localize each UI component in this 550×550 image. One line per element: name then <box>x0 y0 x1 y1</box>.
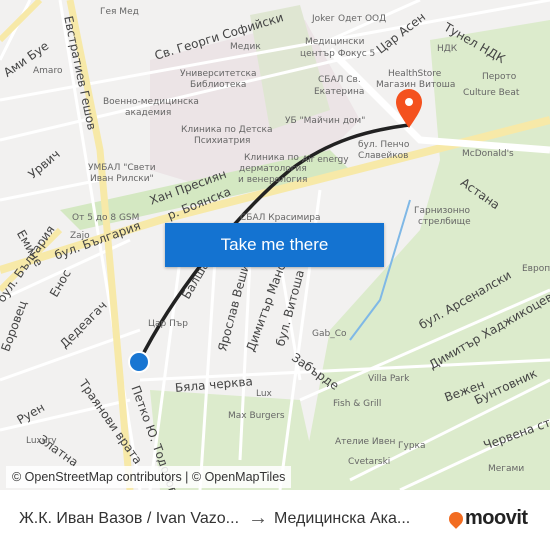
place-label: Библиотека <box>190 80 247 90</box>
place-label: Перото <box>482 72 517 82</box>
place-label: Мегами <box>488 464 525 474</box>
place-label: и венерология <box>238 175 308 185</box>
place-label: Max Burgers <box>228 411 285 421</box>
place-label: Amaro <box>33 66 63 76</box>
take-me-there-button[interactable]: Take me there <box>165 223 384 267</box>
place-label: Европ <box>522 264 550 274</box>
place-label: HealthStore <box>388 69 442 79</box>
place-label: Екатерина <box>314 87 365 97</box>
destination-stop-name: Медицинска Ака... <box>274 510 411 527</box>
place-label: СБАЛ Св. <box>318 75 361 85</box>
place-label: център Фокус 5 <box>300 49 376 59</box>
place-label: бул. Пенчо <box>358 140 410 150</box>
moovit-logo: moovit <box>446 507 528 530</box>
place-label: Air energy <box>302 155 349 165</box>
place-label: Luxury <box>26 436 57 446</box>
map[interactable]: Гея Мед Св. Георги Софийски Joker Одет ООД М… <box>0 0 550 490</box>
place-label: Одет ООД <box>338 14 387 24</box>
place-label: Ателие Ивен <box>335 437 396 447</box>
place-label: Иван Рилски" <box>90 174 154 184</box>
blue-dot-icon[interactable] <box>128 351 150 373</box>
place-label: стрелбище <box>418 217 471 227</box>
map-attribution[interactable]: © OpenStreetMap contributors | © OpenMap… <box>6 466 292 488</box>
place-label: СБАЛ Красимира <box>240 213 321 223</box>
place-label: McDonald's <box>462 149 514 159</box>
place-label: Магазин Витоша <box>376 80 456 90</box>
place-label: Клиника по <box>244 153 299 163</box>
origin-stop-name: Ж.К. Иван Вазов / Ivan Vazo... <box>19 510 240 527</box>
place-label: Славейков <box>358 151 409 161</box>
place-label: УМБАЛ "Свети <box>88 163 156 173</box>
place-label: Психиатрия <box>194 136 251 146</box>
place-label: Медик <box>230 42 261 52</box>
place-label: УБ "Майчин дом" <box>285 116 366 126</box>
moovit-logo-icon <box>446 508 466 529</box>
place-label: НДК <box>437 44 458 54</box>
place-label: Гарнизонно <box>414 206 471 216</box>
place-label: Gab_Co <box>312 329 347 339</box>
footer: Ж.К. Иван Вазов / Ivan Vazo... → Медицин… <box>0 490 550 550</box>
place-label: Fish & Grill <box>333 399 382 409</box>
place-label: Медицински <box>305 37 365 47</box>
place-label: Университетска <box>180 69 257 79</box>
place-label: Cvetarski <box>348 457 391 467</box>
arrow-right-icon: → <box>248 507 268 529</box>
place-label: Военно-медицинска <box>103 97 199 107</box>
moovit-wordmark: moovit <box>465 507 528 529</box>
place-label: Lux <box>256 389 272 399</box>
place-label: Villa Park <box>368 374 410 384</box>
place-label: Culture Beat <box>463 88 520 98</box>
place-label: академия <box>125 108 172 118</box>
place-label: Клиника по Детска <box>181 125 273 135</box>
place-label: Joker <box>312 14 335 24</box>
place-label: Гея Мед <box>100 7 139 17</box>
place-label: дерматология <box>239 164 307 174</box>
place-label: Гурка <box>398 441 426 451</box>
place-label: Цар Пър <box>148 319 188 329</box>
